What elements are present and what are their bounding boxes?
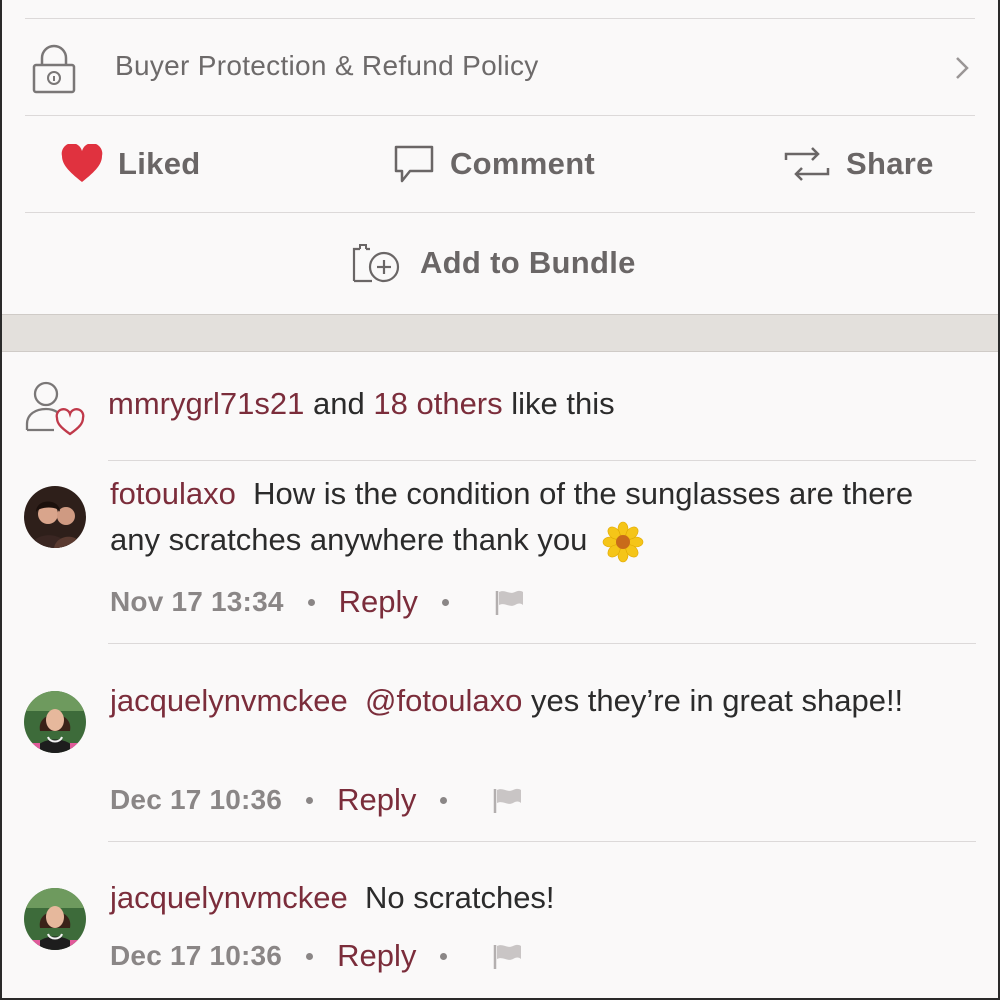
comment-body: jacquelynvmckee @fotoulaxo yes they’re i… (110, 678, 970, 724)
separator-dot (440, 952, 448, 960)
likes-and: and (313, 386, 365, 421)
speech-bubble-icon (394, 145, 434, 183)
comment-mention[interactable]: @fotoulaxo (365, 683, 522, 718)
comment-text: yes they’re in great shape!! (530, 683, 904, 718)
share-arrows-icon (784, 147, 830, 181)
add-to-bundle-label: Add to Bundle (420, 245, 636, 280)
reply-button[interactable]: Reply (337, 938, 416, 974)
liker-username[interactable]: mmrygrl71s21 (108, 386, 304, 421)
comment-body: fotoulaxo How is the condition of the su… (110, 471, 970, 563)
chevron-right-icon (956, 57, 969, 79)
comment-label: Comment (450, 146, 596, 181)
separator-dot (440, 796, 448, 804)
comment-username[interactable]: jacquelynvmckee (110, 683, 348, 718)
bundle-add-icon (352, 244, 400, 283)
likes-text: mmrygrl71s21 and 18 others like this (108, 386, 615, 422)
action-bar: Liked Comment Share (2, 116, 998, 212)
sunflower-icon (602, 521, 644, 563)
comment-body: jacquelynvmckee No scratches! (110, 875, 970, 921)
comment-timestamp: Dec 17 10:36 (110, 784, 283, 815)
comment-username[interactable]: jacquelynvmckee (110, 880, 348, 915)
comment-meta: Dec 17 10:36 Reply (110, 936, 525, 976)
comment-button[interactable]: Comment (392, 116, 595, 212)
add-to-bundle-button[interactable]: Add to Bundle (350, 213, 636, 313)
liked-label: Liked (118, 146, 201, 181)
user-heart-icon (25, 381, 85, 436)
avatar[interactable] (24, 486, 86, 548)
buyer-protection-row[interactable]: Buyer Protection & Refund Policy (2, 20, 998, 115)
likes-summary: mmrygrl71s21 and 18 others like this (2, 370, 998, 440)
comment-meta: Dec 17 10:36 Reply (110, 780, 525, 820)
lock-icon (32, 44, 76, 94)
section-separator (2, 314, 998, 352)
reply-button[interactable]: Reply (337, 782, 416, 818)
reply-button[interactable]: Reply (339, 584, 418, 620)
heart-icon (61, 144, 103, 182)
separator-dot (307, 598, 315, 606)
avatar[interactable] (24, 888, 86, 950)
likes-suffix: like this (511, 386, 615, 421)
flag-icon[interactable] (491, 785, 525, 815)
buyer-protection-label: Buyer Protection & Refund Policy (115, 50, 539, 81)
separator-dot (306, 796, 314, 804)
bundle-row: Add to Bundle (2, 213, 998, 313)
comment-meta: Nov 17 13:34 Reply (110, 582, 527, 622)
share-button[interactable]: Share (782, 116, 934, 212)
comment-timestamp: Nov 17 13:34 (110, 586, 284, 617)
flag-icon[interactable] (491, 941, 525, 971)
avatar[interactable] (24, 691, 86, 753)
comment-username[interactable]: fotoulaxo (110, 476, 236, 511)
separator-dot (441, 598, 449, 606)
liked-button[interactable]: Liked (60, 116, 200, 212)
divider (108, 460, 976, 461)
flag-icon[interactable] (493, 587, 527, 617)
comment-timestamp: Dec 17 10:36 (110, 940, 283, 971)
separator-dot (306, 952, 314, 960)
divider (25, 18, 975, 19)
share-label: Share (846, 146, 934, 181)
divider (108, 841, 976, 842)
likes-others-link[interactable]: 18 others (373, 386, 502, 421)
comment-text: No scratches! (365, 880, 555, 915)
divider (108, 643, 976, 644)
